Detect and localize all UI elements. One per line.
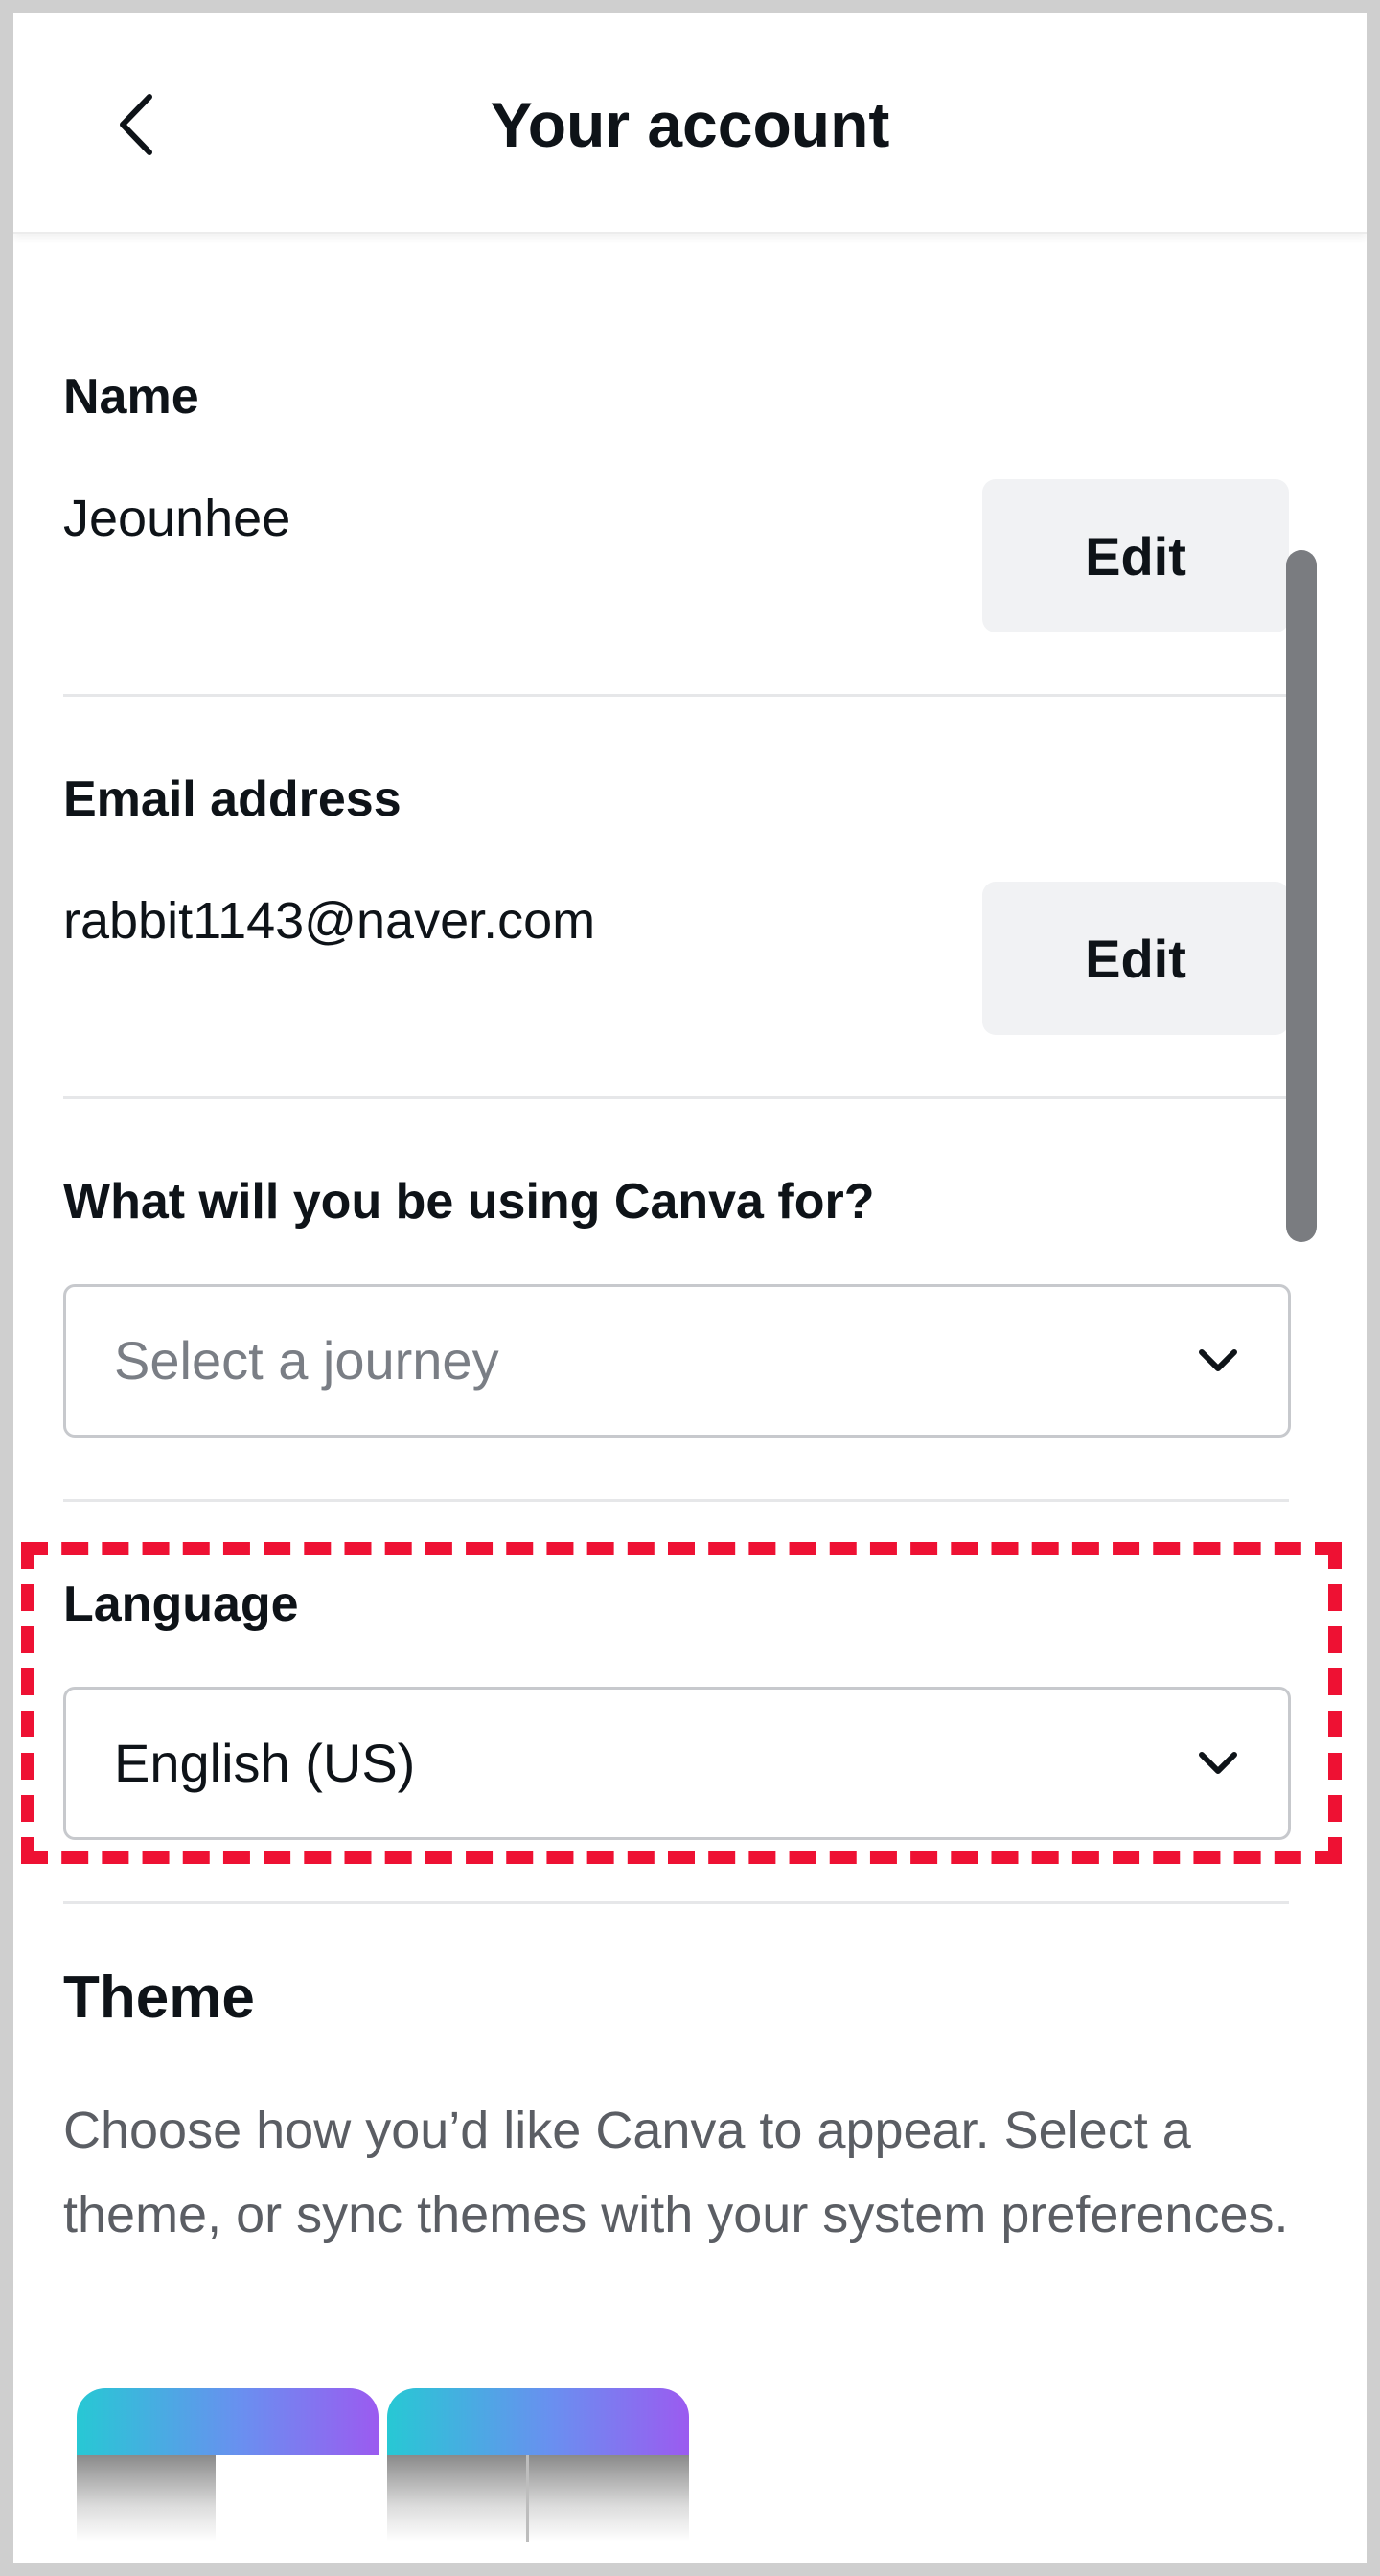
theme-preview-gradient: [387, 2388, 689, 2455]
language-selected-value: English (US): [114, 1733, 416, 1793]
email-label: Email address: [63, 771, 402, 827]
chevron-down-icon: [1199, 1349, 1237, 1371]
journey-select[interactable]: Select a journey: [63, 1284, 1291, 1438]
top-bar: Your account: [13, 13, 1367, 234]
page-title: Your account: [490, 89, 890, 160]
theme-description: Choose how you’d like Canva to appear. S…: [63, 2102, 1289, 2243]
divider: [63, 1901, 1289, 1904]
theme-preview-body: [387, 2455, 689, 2542]
account-screen: Your account Name Jeounhee Edit Email ad…: [13, 13, 1367, 2563]
edit-name-button[interactable]: Edit: [982, 479, 1289, 632]
edit-email-button[interactable]: Edit: [982, 882, 1289, 1035]
scrollbar[interactable]: [1286, 550, 1317, 1242]
name-value: Jeounhee: [63, 490, 291, 547]
theme-option-dark[interactable]: [387, 2388, 689, 2542]
name-label: Name: [63, 369, 199, 425]
language-select[interactable]: English (US): [63, 1687, 1291, 1840]
theme-option-light[interactable]: [77, 2388, 379, 2542]
theme-preview-gradient: [77, 2388, 379, 2455]
divider: [63, 1499, 1289, 1502]
divider: [63, 1096, 1289, 1099]
theme-title: Theme: [63, 1965, 255, 2031]
theme-preview-divider: [526, 2455, 529, 2542]
journey-placeholder: Select a journey: [114, 1330, 499, 1391]
divider: [63, 694, 1289, 697]
chevron-down-icon: [1199, 1752, 1237, 1774]
theme-preview-panel: [216, 2455, 379, 2542]
email-value: rabbit1143@naver.com: [63, 892, 596, 950]
journey-label: What will you be using Canva for?: [63, 1174, 875, 1230]
language-label: Language: [63, 1576, 299, 1632]
